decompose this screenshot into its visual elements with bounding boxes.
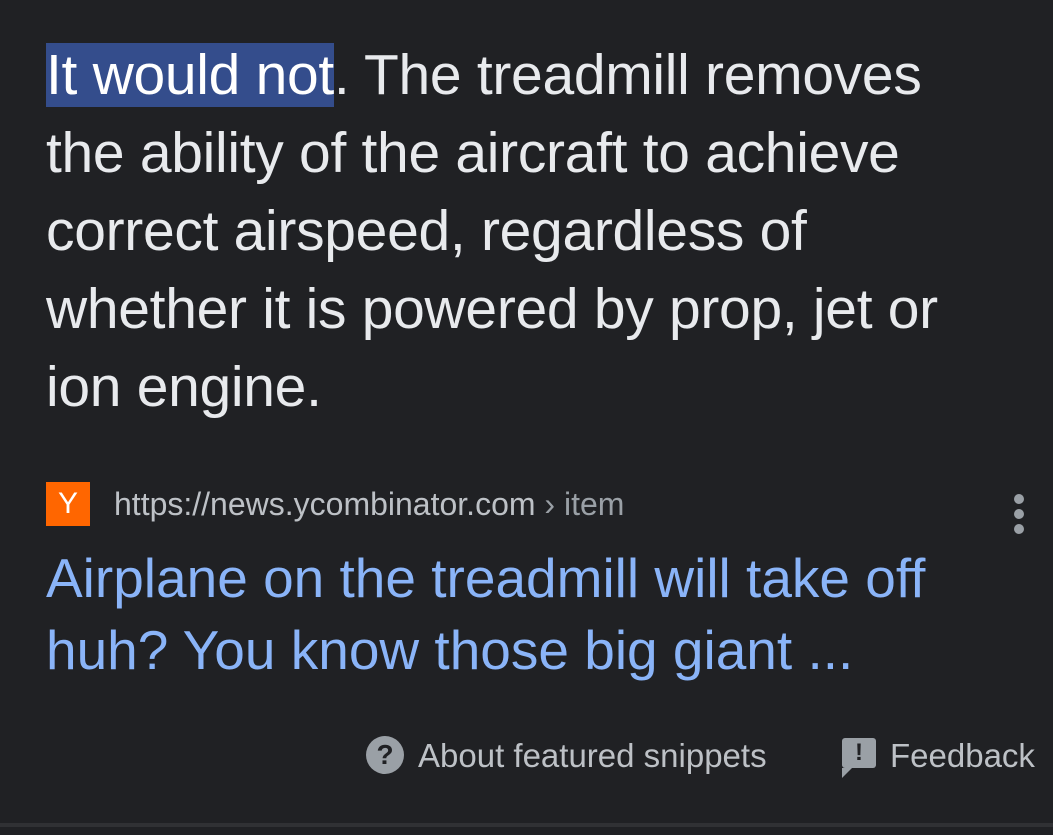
result-title-link[interactable]: Airplane on the treadmill will take off …	[46, 542, 1006, 686]
about-featured-snippets-button[interactable]: ? About featured snippets	[366, 734, 767, 778]
snippet-line-1: It would not. The treadmill removes	[46, 36, 1006, 114]
snippet-highlight: It would not	[46, 43, 334, 107]
snippet-line-1-rest: . The treadmill removes	[333, 43, 922, 107]
more-vert-icon[interactable]	[1004, 482, 1034, 538]
feedback-label: Feedback	[890, 737, 1035, 774]
source-row: Y https://news.ycombinator.com › item	[46, 482, 1046, 534]
feedback-button[interactable]: ! Feedback	[842, 734, 1035, 779]
source-path: item	[563, 486, 625, 522]
about-featured-snippets-label: About featured snippets	[418, 737, 767, 774]
featured-snippet-page: It would not. The treadmill removes the …	[0, 0, 1053, 835]
bottom-divider	[0, 823, 1053, 827]
feedback-icon: !	[842, 738, 876, 779]
snippet-line-2: the ability of the aircraft to achieve	[46, 121, 900, 185]
source-domain: https://news.ycombinator.com	[114, 486, 536, 522]
snippet-line-4: whether it is powered by prop, jet or	[46, 277, 938, 341]
result-title-line-1: Airplane on the treadmill will take off	[46, 547, 926, 609]
snippet-line-3: correct airspeed, regardless of	[46, 199, 807, 263]
breadcrumb-separator: ›	[544, 486, 556, 522]
ycombinator-favicon-icon[interactable]: Y	[46, 482, 90, 526]
result-title-line-2: huh? You know those big giant ...	[46, 619, 854, 681]
snippet-line-5: ion engine.	[46, 355, 322, 419]
help-circle-icon: ?	[366, 736, 404, 775]
source-url[interactable]: https://news.ycombinator.com › item	[114, 484, 624, 524]
featured-snippet-text: It would not. The treadmill removes the …	[46, 36, 1006, 426]
